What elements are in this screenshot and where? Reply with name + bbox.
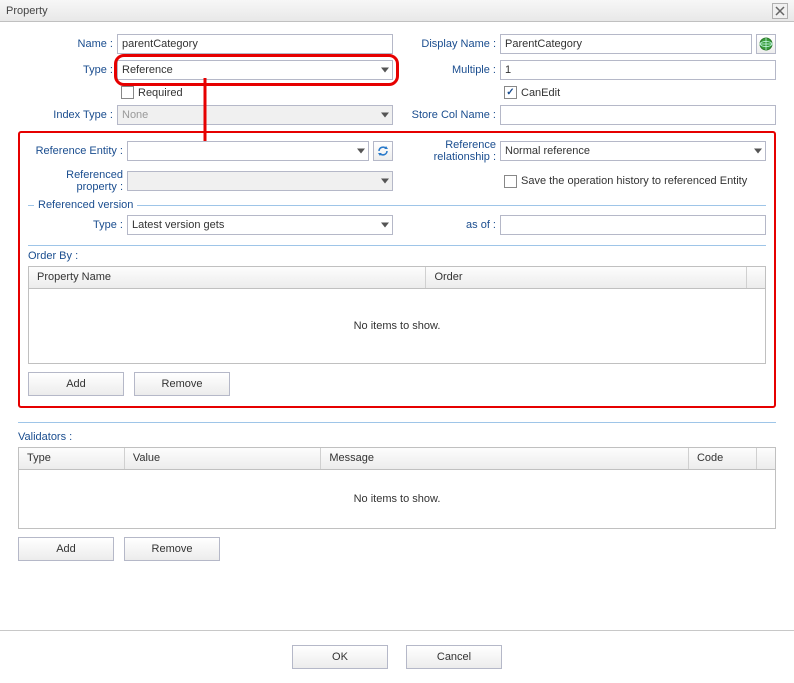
- validators-grid: Type Value Message Code No items to show…: [18, 447, 776, 529]
- chevron-down-icon: [357, 149, 365, 154]
- ref-property-select: [127, 171, 393, 191]
- name-input[interactable]: [117, 34, 393, 54]
- titlebar: Property: [0, 0, 794, 22]
- chevron-down-icon: [381, 223, 389, 228]
- type-select[interactable]: Reference: [117, 60, 393, 80]
- orderby-col-order[interactable]: Order: [426, 267, 747, 288]
- storecol-label: Store Col Name :: [401, 109, 496, 121]
- asof-input[interactable]: [500, 215, 766, 235]
- ref-relationship-label: Reference relationship :: [401, 139, 496, 163]
- ok-button[interactable]: OK: [292, 645, 388, 669]
- chevron-down-icon: [381, 113, 389, 118]
- name-label: Name :: [18, 38, 113, 50]
- ref-entity-select[interactable]: [127, 141, 369, 161]
- chevron-down-icon: [381, 179, 389, 184]
- close-icon[interactable]: [772, 3, 788, 19]
- orderby-label: Order By :: [28, 250, 766, 262]
- multiple-label: Multiple :: [401, 64, 496, 76]
- required-label: Required: [138, 87, 183, 99]
- orderby-remove-button[interactable]: Remove: [134, 372, 230, 396]
- dialog-title: Property: [6, 5, 48, 17]
- version-type-select[interactable]: Latest version gets: [127, 215, 393, 235]
- indextype-label: Index Type :: [18, 109, 113, 121]
- validators-empty: No items to show.: [19, 470, 775, 528]
- validators-col-type[interactable]: Type: [19, 448, 125, 469]
- referenced-version-fieldset: Referenced version Type : Latest version…: [28, 199, 766, 241]
- globe-icon[interactable]: [756, 34, 776, 54]
- chevron-down-icon: [381, 68, 389, 73]
- referenced-version-legend: Referenced version: [34, 199, 137, 211]
- indextype-select: None: [117, 105, 393, 125]
- type-value: Reference: [122, 64, 173, 76]
- display-name-input[interactable]: [500, 34, 752, 54]
- chevron-down-icon: [754, 149, 762, 154]
- storecol-input[interactable]: [500, 105, 776, 125]
- version-type-label: Type :: [28, 219, 123, 231]
- savehistory-label: Save the operation history to referenced…: [521, 175, 747, 187]
- validators-add-button[interactable]: Add: [18, 537, 114, 561]
- savehistory-checkbox[interactable]: [504, 175, 517, 188]
- type-label: Type :: [18, 64, 113, 76]
- indextype-value: None: [122, 109, 148, 121]
- cancel-button[interactable]: Cancel: [406, 645, 502, 669]
- dialog-footer: OK Cancel: [0, 630, 794, 683]
- orderby-add-button[interactable]: Add: [28, 372, 124, 396]
- orderby-grid: Property Name Order No items to show.: [28, 266, 766, 364]
- canedit-checkbox[interactable]: [504, 86, 517, 99]
- validators-remove-button[interactable]: Remove: [124, 537, 220, 561]
- version-type-value: Latest version gets: [132, 219, 224, 231]
- orderby-col-propertyname[interactable]: Property Name: [29, 267, 426, 288]
- display-name-label: Display Name :: [401, 38, 496, 50]
- required-checkbox[interactable]: [121, 86, 134, 99]
- multiple-input[interactable]: [500, 60, 776, 80]
- orderby-grid-header: Property Name Order: [29, 267, 765, 289]
- refresh-icon[interactable]: [373, 141, 393, 161]
- ref-property-label: Referenced property :: [28, 169, 123, 193]
- validators-col-value[interactable]: Value: [125, 448, 322, 469]
- ref-relationship-value: Normal reference: [505, 145, 590, 157]
- validators-col-code[interactable]: Code: [689, 448, 757, 469]
- validators-col-message[interactable]: Message: [321, 448, 689, 469]
- reference-section: Reference Entity : Reference relationshi…: [18, 131, 776, 408]
- ref-entity-label: Reference Entity :: [28, 145, 123, 157]
- validators-grid-header: Type Value Message Code: [19, 448, 775, 470]
- validators-label: Validators :: [18, 431, 776, 443]
- canedit-label: CanEdit: [521, 87, 560, 99]
- asof-label: as of :: [401, 219, 496, 231]
- orderby-empty: No items to show.: [29, 289, 765, 363]
- ref-relationship-select[interactable]: Normal reference: [500, 141, 766, 161]
